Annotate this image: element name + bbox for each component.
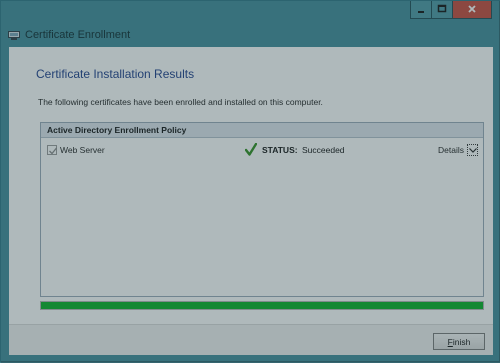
certificate-checkbox[interactable] <box>47 145 58 155</box>
wizard-client-area: Certificate Installation Results The fol… <box>9 47 493 355</box>
close-button[interactable] <box>452 1 492 19</box>
title-bar[interactable]: Certificate Enrollment <box>1 1 499 47</box>
status-value: Succeeded <box>302 145 345 155</box>
enrollment-policy-group: Active Directory Enrollment Policy Web S… <box>40 122 484 297</box>
policy-group-title: Active Directory Enrollment Policy <box>47 125 187 135</box>
close-icon <box>467 4 477 16</box>
window-title: Certificate Enrollment <box>25 29 131 41</box>
enrollment-progress-bar <box>40 301 484 310</box>
chevron-down-icon <box>469 148 477 153</box>
maximize-button[interactable] <box>431 1 452 19</box>
footer-divider <box>9 324 493 325</box>
minimize-icon <box>416 4 426 16</box>
finish-label: inish <box>452 336 471 347</box>
progress-fill <box>41 302 483 309</box>
details-label[interactable]: Details <box>438 145 464 155</box>
certificate-app-icon <box>8 31 20 40</box>
certificate-enrollment-window: Certificate Enrollment Certificate Insta… <box>0 0 500 363</box>
window-controls <box>410 1 492 19</box>
intro-text: The following certificates have been enr… <box>38 97 323 107</box>
checkmark-icon <box>49 147 58 155</box>
details-expand-button[interactable] <box>467 144 478 156</box>
page-title: Certificate Installation Results <box>36 67 195 81</box>
finish-button[interactable]: Finish <box>433 333 485 350</box>
maximize-icon <box>437 4 447 16</box>
certificate-name: Web Server <box>60 145 105 155</box>
certificate-row: Web Server STATUS: Succeeded Details <box>44 142 480 158</box>
minimize-button[interactable] <box>410 1 431 19</box>
wizard-content: Certificate Installation Results The fol… <box>9 47 493 324</box>
green-check-icon <box>244 142 258 156</box>
policy-group-header: Active Directory Enrollment Policy <box>41 123 483 138</box>
status-label: STATUS: <box>262 145 298 155</box>
